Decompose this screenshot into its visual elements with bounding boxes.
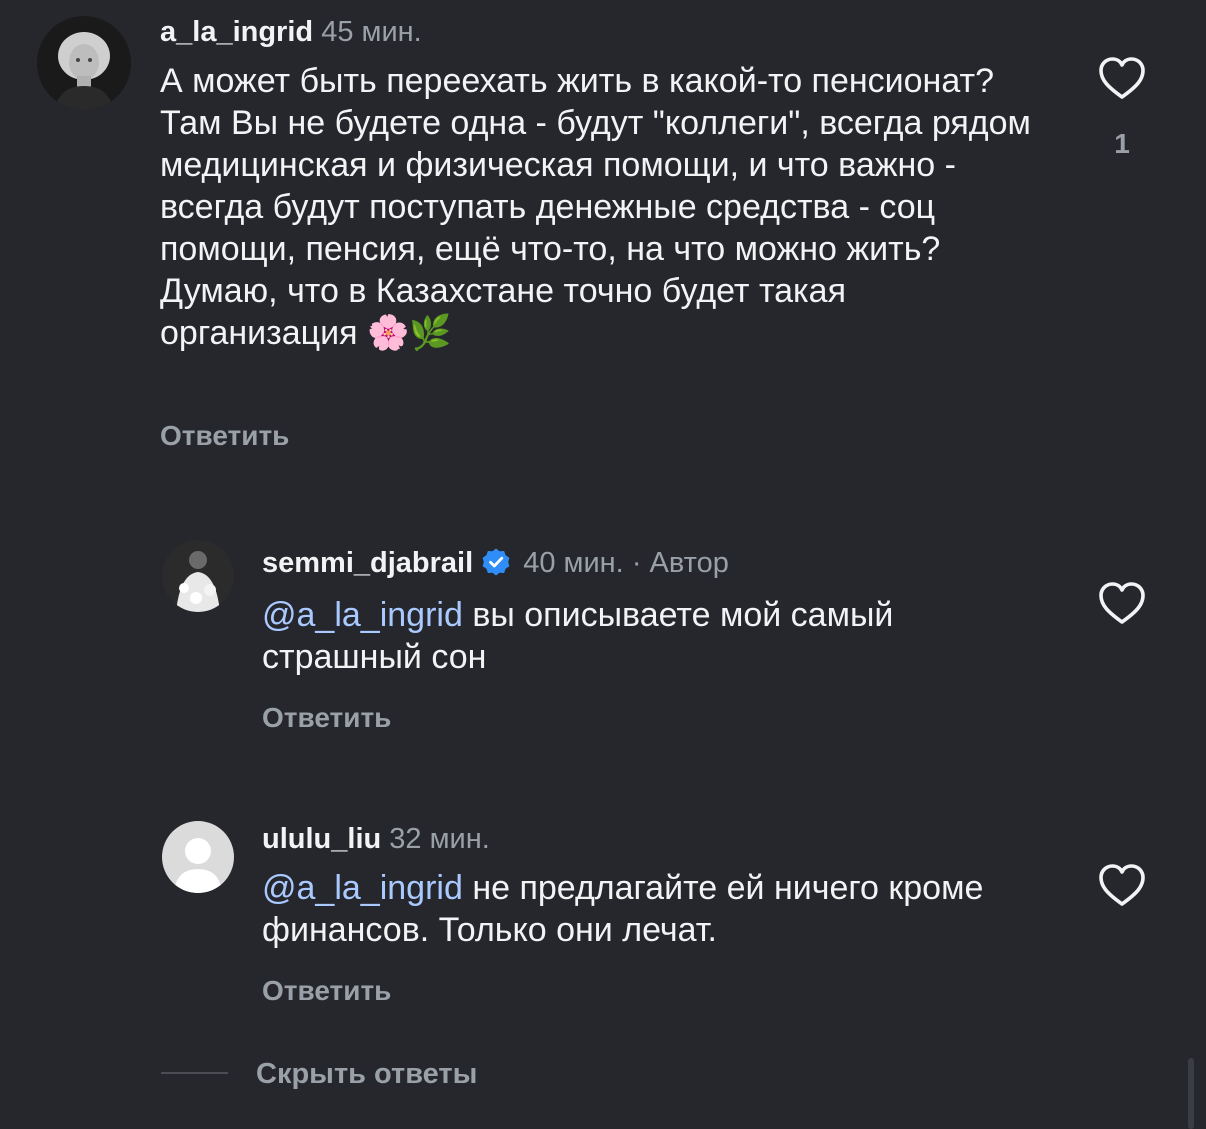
reply-button[interactable]: Ответить — [262, 975, 391, 1007]
comment-meta: ululu_liu 32 мин. — [262, 822, 490, 856]
mention-link[interactable]: @a_la_ingrid — [262, 869, 463, 907]
comment-text: @a_la_ingrid не предлагайте ей ничего кр… — [262, 867, 1022, 951]
hide-replies-button[interactable]: Скрыть ответы — [256, 1058, 477, 1091]
username[interactable]: ululu_liu — [262, 823, 381, 855]
heart-outline-icon[interactable] — [1098, 863, 1146, 912]
comment-ululu-liu: ululu_liu 32 мин. @a_la_ingrid не предла… — [0, 0, 1206, 1020]
avatar[interactable] — [162, 821, 234, 893]
scrollbar[interactable] — [1188, 1058, 1194, 1129]
default-avatar-icon — [162, 821, 234, 893]
hide-replies-divider — [161, 1072, 228, 1074]
timestamp: 32 мин. — [389, 823, 490, 855]
